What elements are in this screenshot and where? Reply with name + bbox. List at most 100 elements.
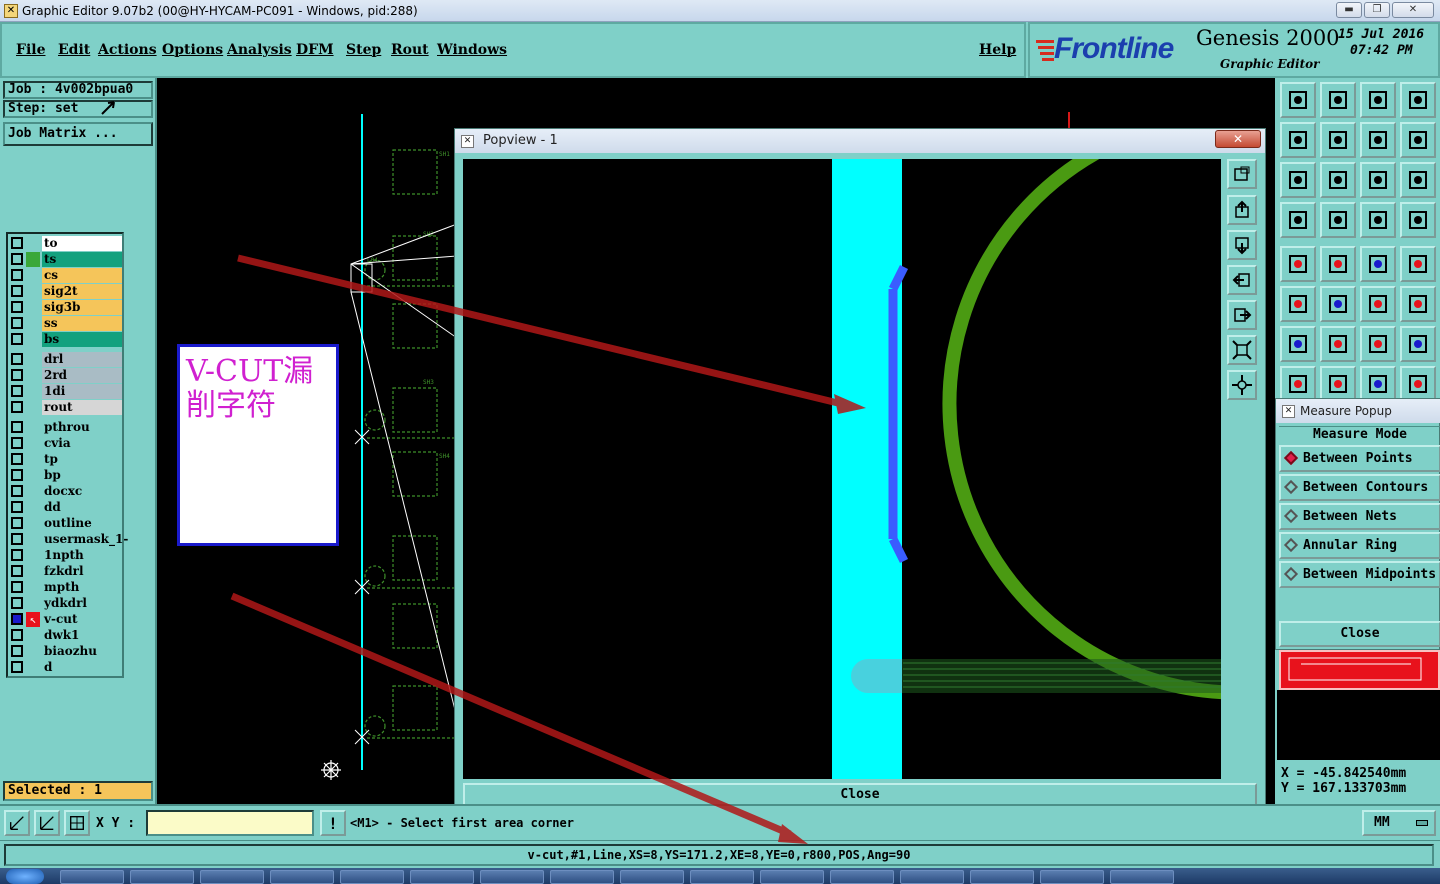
polygon-icon[interactable] — [1320, 246, 1356, 282]
snake-icon[interactable] — [1400, 122, 1436, 158]
taskbar-item[interactable] — [1110, 870, 1174, 884]
maximize-button[interactable]: ❐ — [1364, 2, 1390, 18]
xy-input[interactable] — [146, 810, 314, 836]
taskbar-item[interactable] — [480, 870, 544, 884]
layer-row-rout[interactable]: rout — [8, 400, 122, 415]
layer-checkbox[interactable] — [11, 533, 23, 545]
shapes-icon[interactable] — [1400, 366, 1436, 402]
layer-checkbox[interactable] — [11, 501, 23, 513]
layer-row-sig3b[interactable]: sig3b — [8, 300, 122, 315]
layer-row-bs[interactable]: bs — [8, 332, 122, 347]
menu-step[interactable]: Step — [346, 42, 381, 58]
taskbar-item[interactable] — [340, 870, 404, 884]
net-icon[interactable] — [1360, 202, 1396, 238]
layer-checkbox[interactable] — [11, 581, 23, 593]
center-icon[interactable] — [1320, 162, 1356, 198]
line-icon[interactable] — [1320, 366, 1356, 402]
layer-checkbox[interactable] — [11, 613, 23, 625]
layer-up-icon[interactable] — [1280, 82, 1316, 118]
layer-checkbox[interactable] — [11, 485, 23, 497]
net-alt-icon[interactable] — [1400, 202, 1436, 238]
taskbar-item[interactable] — [620, 870, 684, 884]
taskbar-item[interactable] — [760, 870, 824, 884]
taskbar-item[interactable] — [690, 870, 754, 884]
layer-checkbox[interactable] — [11, 385, 23, 397]
taskbar-item[interactable] — [410, 870, 474, 884]
layer-checkbox[interactable] — [11, 353, 23, 365]
measure-option[interactable]: Between Contours — [1279, 474, 1440, 501]
taskbar-item[interactable] — [970, 870, 1034, 884]
popview-tool-left-icon[interactable] — [1227, 265, 1257, 295]
measure-option[interactable]: Annular Ring — [1279, 532, 1440, 559]
drag-icon[interactable] — [1320, 202, 1356, 238]
rotate-icon[interactable] — [1360, 326, 1396, 362]
window-icon[interactable] — [1400, 82, 1436, 118]
menu-options[interactable]: Options — [162, 42, 223, 58]
move-icon[interactable] — [1360, 286, 1396, 322]
layer-checkbox[interactable] — [11, 565, 23, 577]
settings-icon[interactable] — [1280, 202, 1316, 238]
taskbar-item[interactable] — [830, 870, 894, 884]
warning-icon[interactable]: ! — [320, 810, 346, 836]
route-icon[interactable] — [1280, 366, 1316, 402]
home-icon[interactable] — [1360, 82, 1396, 118]
menu-actions[interactable]: Actions — [98, 42, 157, 58]
layer-row-1di[interactable]: 1di — [8, 384, 122, 399]
layer-row-ydkdrl[interactable]: ydkdrl — [8, 596, 122, 611]
units-selector[interactable]: MM — [1362, 810, 1436, 836]
pad-icon[interactable] — [1280, 246, 1316, 282]
layer-row-cs[interactable]: cs — [8, 268, 122, 283]
ruler-icon[interactable] — [1360, 246, 1396, 282]
cross-icon[interactable] — [1320, 286, 1356, 322]
menu-dfm[interactable]: DFM — [296, 42, 334, 58]
layer-row-bp[interactable]: bp — [8, 468, 122, 483]
measure-icon[interactable] — [1360, 366, 1396, 402]
layer-row-v-cut[interactable]: ↖ v-cut — [8, 612, 122, 627]
help-icon[interactable] — [1400, 162, 1436, 198]
grid-icon[interactable] — [64, 810, 90, 836]
layer-row-biaozhu[interactable]: biaozhu — [8, 644, 122, 659]
layer-row-to[interactable]: to — [8, 236, 122, 251]
start-button-icon[interactable] — [6, 869, 44, 884]
measure-close-button[interactable]: Close — [1279, 621, 1440, 647]
measure-option[interactable]: Between Midpoints — [1279, 561, 1440, 588]
taskbar-item[interactable] — [900, 870, 964, 884]
layer-checkbox[interactable] — [11, 237, 23, 249]
layer-row-tp[interactable]: tp — [8, 452, 122, 467]
layer-row-2rd[interactable]: 2rd — [8, 368, 122, 383]
layer-row-drl[interactable]: drl — [8, 352, 122, 367]
layer-checkbox[interactable] — [11, 317, 23, 329]
layer-checkbox[interactable] — [11, 645, 23, 657]
snap-icon[interactable] — [4, 810, 30, 836]
layer-row-dwk1[interactable]: dwk1 — [8, 628, 122, 643]
layer-checkbox[interactable] — [11, 333, 23, 345]
popview-close-x-icon[interactable]: ✕ — [1215, 130, 1261, 148]
layer-row-sig2t[interactable]: sig2t — [8, 284, 122, 299]
layer-checkbox[interactable] — [11, 269, 23, 281]
popview-tool-zoom-icon[interactable] — [1227, 159, 1257, 189]
layer-row-cvia[interactable]: cvia — [8, 436, 122, 451]
menu-analysis[interactable]: Analysis — [227, 42, 292, 58]
layer-row-mpth[interactable]: mpth — [8, 580, 122, 595]
taskbar-item[interactable] — [1040, 870, 1104, 884]
layer-checkbox[interactable] — [11, 253, 23, 265]
layer-checkbox[interactable] — [11, 469, 23, 481]
menu-file[interactable]: File — [16, 42, 45, 58]
connect-icon[interactable] — [1280, 286, 1316, 322]
minimize-button[interactable]: ▬ — [1336, 2, 1362, 18]
layer-row-ts[interactable]: ts — [8, 252, 122, 267]
layer-row-docxc[interactable]: docxc — [8, 484, 122, 499]
close-window-button[interactable]: ✕ — [1392, 2, 1434, 18]
layer-checkbox[interactable] — [11, 661, 23, 673]
layer-checkbox[interactable] — [11, 421, 23, 433]
taskbar-item[interactable] — [130, 870, 194, 884]
measure-option[interactable]: Between Nets — [1279, 503, 1440, 530]
layer-row-outline[interactable]: outline — [8, 516, 122, 531]
layer-checkbox[interactable] — [11, 301, 23, 313]
pan-left-icon[interactable] — [1280, 122, 1316, 158]
popview-tool-down-icon[interactable] — [1227, 230, 1257, 260]
taskbar-item[interactable] — [60, 870, 124, 884]
layer-checkbox[interactable] — [11, 517, 23, 529]
angle-icon[interactable] — [1280, 326, 1316, 362]
redraw-icon[interactable] — [1360, 122, 1396, 158]
